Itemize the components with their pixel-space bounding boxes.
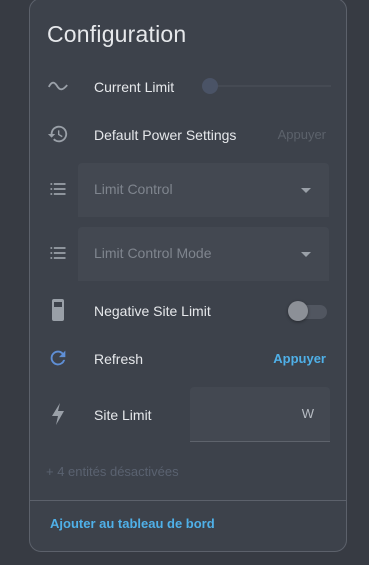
sine-wave-icon <box>46 74 70 98</box>
chevron-down-icon <box>301 188 311 193</box>
restore-icon <box>46 122 70 146</box>
list-icon <box>46 177 70 201</box>
current-limit-slider-thumb[interactable] <box>202 78 218 94</box>
add-to-dashboard-button[interactable]: Ajouter au tableau de bord <box>50 516 215 531</box>
lightning-icon <box>46 402 70 426</box>
site-limit-label: Site Limit <box>94 407 152 423</box>
card-title: Configuration <box>47 21 187 47</box>
current-limit-label: Current Limit <box>94 79 175 95</box>
refresh-button[interactable]: Appuyer <box>273 351 326 366</box>
limit-control-select[interactable]: Limit Control <box>78 163 329 217</box>
limit-control-mode-label: Limit Control Mode <box>94 245 212 261</box>
negative-site-limit-toggle-thumb[interactable] <box>288 301 308 321</box>
negative-site-limit-label: Negative Site Limit <box>94 303 211 319</box>
site-limit-unit: W <box>301 406 314 421</box>
limit-control-label: Limit Control <box>94 181 173 197</box>
configuration-card: Configuration Current Limit Default Powe… <box>29 0 347 552</box>
list-icon <box>46 241 70 265</box>
refresh-label: Refresh <box>94 351 144 367</box>
default-power-settings-button[interactable]: Appuyer <box>278 127 326 142</box>
current-limit-slider-track[interactable] <box>203 85 331 87</box>
phone-battery-icon <box>46 298 70 322</box>
site-limit-input[interactable] <box>190 387 290 441</box>
chevron-down-icon <box>301 252 311 257</box>
limit-control-mode-select[interactable]: Limit Control Mode <box>78 227 329 281</box>
site-limit-input-box[interactable]: W <box>190 387 330 442</box>
default-power-settings-label: Default Power Settings <box>94 127 237 143</box>
disabled-entities-link[interactable]: + 4 entités désactivées <box>46 464 179 479</box>
refresh-icon <box>46 346 70 370</box>
divider <box>30 500 346 501</box>
